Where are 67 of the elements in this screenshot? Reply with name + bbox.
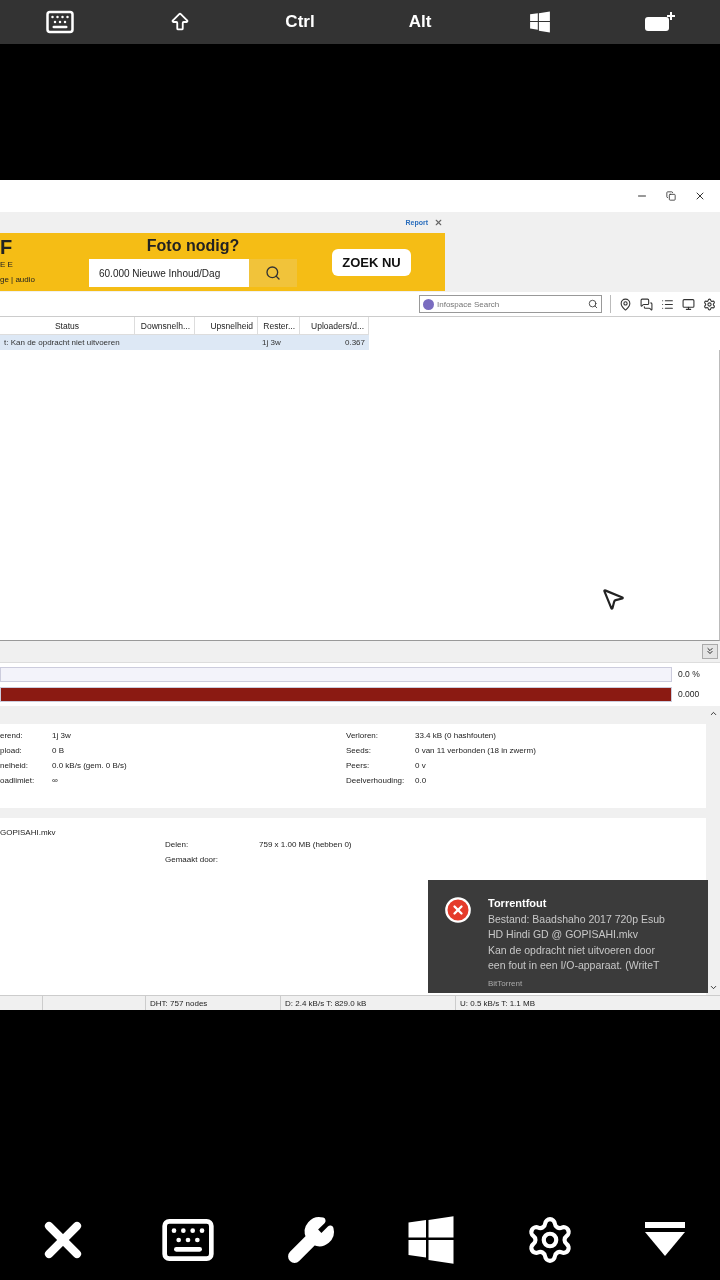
settings-icon[interactable]: [703, 297, 716, 311]
info-value: 0 B: [52, 745, 65, 755]
ad-text-fragment: ge | audio: [0, 275, 36, 284]
file-label: Delen:: [165, 839, 190, 849]
monitor-icon[interactable]: [682, 297, 695, 311]
info-value: ∞: [52, 775, 59, 785]
info-value: 0.0 kB/s (gem. 0 B/s): [52, 760, 128, 770]
windows-logo-icon[interactable]: [529, 11, 551, 33]
search-now-button[interactable]: ZOEK NU: [332, 248, 411, 276]
mouse-pointer-icon: [600, 586, 626, 612]
info-value: 33.4 kB (0 hashfouten): [415, 730, 497, 740]
status-text: U: 0.5 kB/s T: 1.1 MB: [455, 996, 720, 1010]
search-box[interactable]: Infospace Search: [419, 295, 602, 313]
error-notification[interactable]: Torrentfout Bestand: Baadshaho 2017 720p Esub HD Hindi GD @ GOPISAHI.mkv Kan de opdracht niet uitvoeren door een fout in een I/O-apparaat. (WriteT BitTorrent: [428, 880, 708, 993]
status-text: DHT: 757 nodes: [145, 996, 280, 1010]
wrench-icon[interactable]: [286, 1215, 337, 1265]
ad-logo-fragment: F: [0, 240, 14, 254]
keyboard-add-icon[interactable]: [644, 11, 676, 33]
ad-headline: Foto nodig?: [146, 237, 240, 255]
info-label: oadlimiet:: [0, 775, 36, 785]
pin-icon[interactable]: [619, 297, 632, 311]
file-name: GOPISAHI.mkv: [0, 827, 57, 837]
info-label: Deelverhouding:: [346, 775, 406, 785]
restore-icon[interactable]: [666, 191, 676, 201]
scroll-down-icon[interactable]: [708, 983, 718, 992]
notification-text: Bestand: Baadshaho 2017 720p Esub: [488, 911, 665, 927]
info-label: nelheid:: [0, 760, 30, 770]
error-icon: [444, 896, 472, 924]
double-chevron-icon: [705, 646, 715, 656]
globe-icon[interactable]: [423, 298, 434, 310]
ad-search-button[interactable]: [249, 259, 297, 287]
collapse-button[interactable]: [702, 643, 718, 659]
notification-text: Kan de opdracht niet uitvoeren door: [488, 942, 656, 958]
chat-icon[interactable]: [640, 297, 653, 311]
table-cell[interactable]: t: Kan de opdracht niet uitvoeren: [0, 335, 135, 350]
ad-search-field[interactable]: 60.000 Nieuwe Inhoud/Dag: [89, 259, 297, 287]
search-icon[interactable]: [588, 299, 598, 309]
progress-reading: 0.0 %: [677, 669, 700, 679]
modifier-key[interactable]: Alt: [380, 12, 460, 32]
list-icon[interactable]: [661, 297, 674, 311]
notification-text: HD Hindi GD @ GOPISAHI.mkv: [488, 927, 640, 942]
search-icon: [265, 265, 281, 281]
progress-reading: 0.000: [677, 689, 700, 699]
ad-banner[interactable]: F E E ge | audio Foto nodig? 60.000 Nieuwe Inhoud/Dag ZOEK NU: [0, 233, 445, 291]
info-value: 0 van 11 verbonden (18 in zwerm): [415, 745, 537, 755]
shift-arrow-icon[interactable]: [169, 11, 191, 33]
info-label: Seeds:: [346, 745, 372, 755]
ad-text-fragment: E E: [0, 260, 14, 269]
notification-source: BitTorrent: [488, 977, 524, 990]
modifier-key[interactable]: Ctrl: [260, 12, 340, 32]
file-value: 759 x 1.00 MB (hebben 0): [259, 839, 353, 849]
info-label: Verloren:: [346, 730, 380, 740]
scrollbar[interactable]: [706, 705, 720, 995]
file-label: Gemaakt door:: [165, 854, 219, 864]
close-icon[interactable]: [694, 190, 706, 202]
dropdown-arrow-icon[interactable]: [645, 1222, 686, 1258]
notification-title: Torrentfout: [488, 896, 548, 911]
info-value: 0.0: [415, 775, 428, 785]
info-label: erend:: [0, 730, 24, 740]
info-value: 1j 3w: [52, 730, 72, 740]
table-cell[interactable]: 0.367: [300, 335, 369, 350]
notification-text: een fout in een I/O-apparaat. (WriteT: [488, 958, 661, 973]
status-text: D: 2.4 kB/s T: 829.0 kB: [280, 996, 455, 1010]
table-cell[interactable]: 1j 3w: [258, 335, 300, 350]
info-label: Peers:: [346, 760, 371, 770]
info-value: 0 v: [415, 760, 427, 770]
info-label: pload:: [0, 745, 23, 755]
